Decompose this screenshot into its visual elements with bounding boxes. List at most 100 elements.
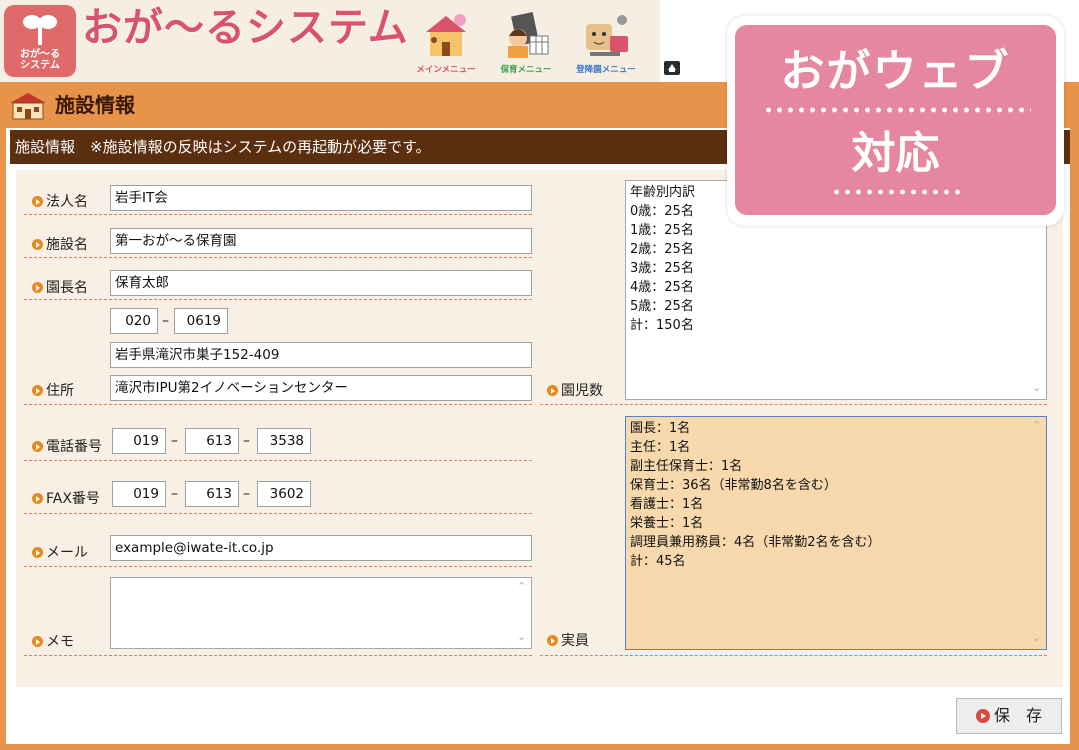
frame-right bbox=[1070, 128, 1079, 750]
children-line: 2歳：25名 bbox=[630, 242, 694, 257]
fax-separator: – bbox=[243, 486, 250, 502]
main-menu-button[interactable]: メインメニュー bbox=[408, 8, 484, 76]
fax-label-text: FAX番号 bbox=[46, 491, 100, 507]
bullet-icon bbox=[32, 385, 43, 396]
fax-area-input[interactable]: 019 bbox=[112, 481, 166, 507]
logo-text: おが〜る システム bbox=[4, 49, 76, 71]
staff-textarea[interactable]: 園長：1名 主任：1名 副主任保育士：1名 保育士：36名（非常勤8名を含む） … bbox=[625, 416, 1047, 650]
bullet-icon bbox=[32, 239, 43, 250]
row-divider bbox=[24, 655, 532, 656]
fax-label: FAX番号 bbox=[32, 490, 100, 508]
director-label: 園長名 bbox=[32, 279, 88, 297]
staff-scrollbar[interactable] bbox=[1029, 418, 1045, 648]
children-line: 3歳：25名 bbox=[630, 261, 694, 276]
address-line1-input[interactable]: 岩手県滝沢市巣子152-409 bbox=[110, 342, 532, 368]
bullet-icon bbox=[32, 441, 43, 452]
row-divider bbox=[24, 566, 532, 567]
memo-textarea[interactable] bbox=[110, 577, 532, 649]
staff-line: 看護士：1名 bbox=[630, 497, 704, 512]
attendance-menu-label: 登降園メニュー bbox=[576, 65, 636, 75]
promo-badge-line2: 対応 bbox=[851, 128, 940, 179]
corporation-label: 法人名 bbox=[32, 193, 88, 211]
row-divider bbox=[540, 404, 1047, 405]
main-menu-label: メインメニュー bbox=[416, 65, 476, 75]
childcare-menu-button[interactable]: 保育メニュー bbox=[488, 8, 564, 76]
section-title: 施設情報 bbox=[55, 93, 135, 117]
address-line2-input[interactable]: 滝沢市IPU第2イノベーションセンター bbox=[110, 375, 532, 401]
staff-label-text: 実員 bbox=[561, 633, 589, 649]
house-icon bbox=[426, 14, 466, 56]
address-label: 住所 bbox=[32, 382, 74, 400]
staff-line: 保育士：36名（非常勤8名を含む） bbox=[630, 478, 837, 493]
school-building-icon bbox=[10, 93, 46, 120]
phone-label-text: 電話番号 bbox=[46, 439, 102, 455]
promo-badge-inner: おがウェブ 対応 bbox=[735, 25, 1056, 215]
dotted-divider bbox=[763, 107, 1031, 113]
facility-label-text: 施設名 bbox=[46, 237, 88, 253]
promo-badge-line1: おがウェブ bbox=[780, 46, 1011, 97]
children-line: 4歳：25名 bbox=[630, 280, 694, 295]
logo-text-line2: システム bbox=[20, 60, 60, 71]
memo-scrollbar[interactable] bbox=[514, 579, 530, 647]
frame-left bbox=[0, 128, 6, 750]
staff-line: 園長：1名 bbox=[630, 421, 691, 436]
children-line: 5歳：25名 bbox=[630, 299, 694, 314]
sprout-icon bbox=[23, 15, 57, 45]
childcare-menu-label: 保育メニュー bbox=[500, 65, 552, 75]
staff-line: 計：45名 bbox=[630, 554, 686, 569]
row-divider bbox=[540, 655, 1047, 656]
children-count-label-text: 園児数 bbox=[561, 383, 603, 399]
home-icon[interactable] bbox=[664, 61, 680, 75]
app-title: おが〜るシステム bbox=[82, 5, 409, 51]
bullet-icon bbox=[547, 635, 558, 646]
director-label-text: 園長名 bbox=[46, 280, 88, 296]
postal-separator: – bbox=[162, 313, 169, 329]
logo-text-line1: おが〜る bbox=[20, 49, 60, 60]
app-logo[interactable]: おが〜る システム bbox=[4, 5, 76, 77]
save-button-label: 保 存 bbox=[993, 706, 1042, 725]
address-label-text: 住所 bbox=[46, 383, 74, 399]
attendance-icon bbox=[586, 15, 628, 56]
email-input[interactable]: example@iwate-it.co.jp bbox=[110, 535, 532, 561]
bullet-icon bbox=[32, 282, 43, 293]
fax-exchange-input[interactable]: 613 bbox=[185, 481, 239, 507]
bullet-icon bbox=[547, 385, 558, 396]
row-divider bbox=[24, 404, 532, 405]
phone-area-input[interactable]: 019 bbox=[112, 428, 166, 454]
save-button[interactable]: 保 存 bbox=[956, 698, 1062, 734]
children-line: 計：150名 bbox=[630, 318, 694, 333]
row-divider bbox=[24, 257, 532, 258]
bullet-icon bbox=[32, 196, 43, 207]
corporation-input[interactable]: 岩手IT会 bbox=[110, 185, 532, 211]
staff-line: 栄養士：1名 bbox=[630, 516, 704, 531]
bullet-icon bbox=[32, 547, 43, 558]
children-count-label: 園児数 bbox=[547, 382, 603, 400]
staff-label: 実員 bbox=[547, 632, 589, 650]
phone-label: 電話番号 bbox=[32, 438, 102, 456]
promo-badge: おがウェブ 対応 bbox=[727, 16, 1064, 226]
arrow-right-icon bbox=[975, 709, 990, 723]
phone-separator: – bbox=[243, 433, 250, 449]
fax-separator: – bbox=[171, 486, 178, 502]
facility-label: 施設名 bbox=[32, 236, 88, 254]
attendance-menu-button[interactable]: 登降園メニュー bbox=[568, 8, 644, 76]
row-divider bbox=[24, 214, 532, 215]
facility-input[interactable]: 第一おが〜る保育園 bbox=[110, 228, 532, 254]
row-divider bbox=[24, 299, 532, 300]
director-input[interactable]: 保育太郎 bbox=[110, 270, 532, 296]
phone-number-input[interactable]: 3538 bbox=[257, 428, 311, 454]
postal-code-first-input[interactable]: 020 bbox=[110, 308, 158, 334]
bullet-icon bbox=[32, 493, 43, 504]
frame-bottom bbox=[0, 744, 1079, 750]
corporation-label-text: 法人名 bbox=[46, 194, 88, 210]
postal-code-second-input[interactable]: 0619 bbox=[174, 308, 228, 334]
row-divider bbox=[24, 460, 532, 461]
staff-line: 副主任保育士：1名 bbox=[630, 459, 743, 474]
email-label-text: メール bbox=[46, 545, 88, 561]
memo-label: メモ bbox=[32, 633, 74, 651]
fax-number-input[interactable]: 3602 bbox=[257, 481, 311, 507]
teacher-calendar-icon bbox=[508, 12, 549, 58]
phone-exchange-input[interactable]: 613 bbox=[185, 428, 239, 454]
staff-line: 主任：1名 bbox=[630, 440, 691, 455]
row-divider bbox=[24, 513, 532, 514]
